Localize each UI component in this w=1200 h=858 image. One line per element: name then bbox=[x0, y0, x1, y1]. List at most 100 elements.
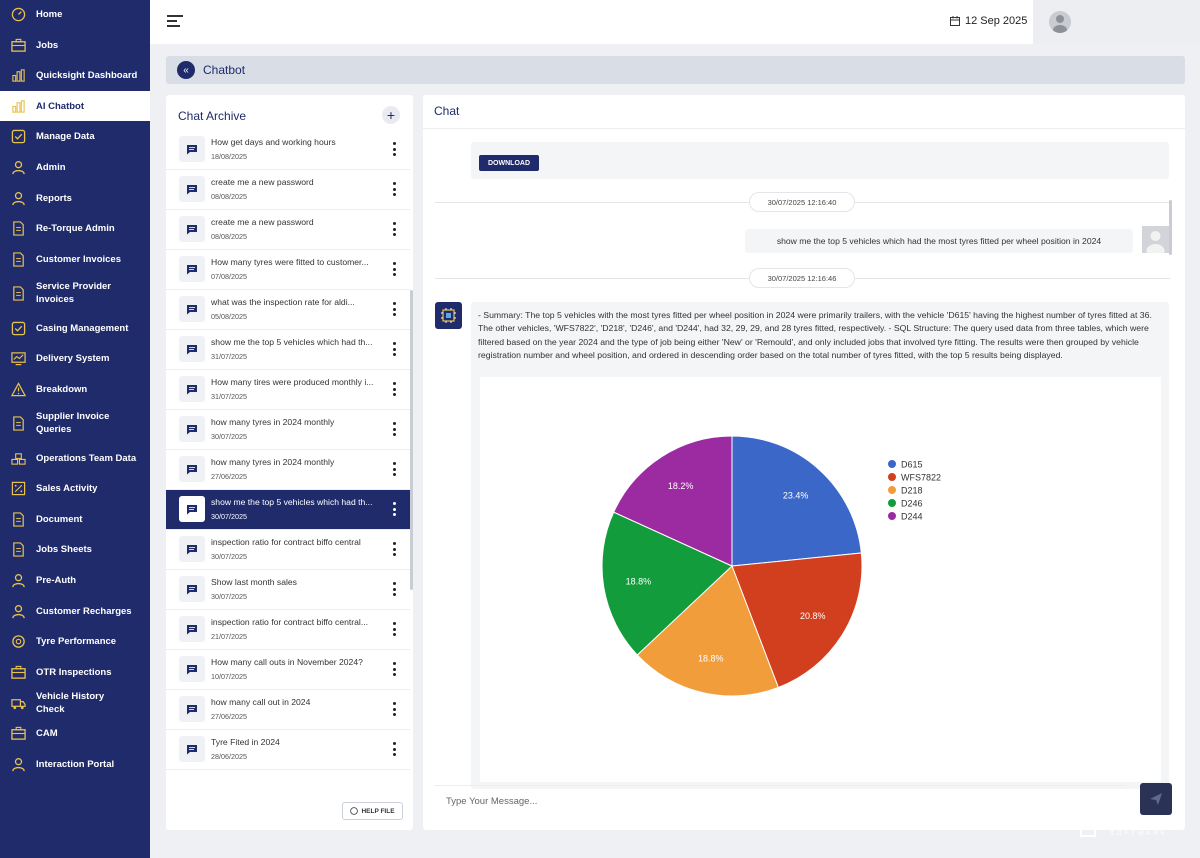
document-icon bbox=[10, 285, 26, 301]
chat-archive-item[interactable]: what was the inspection rate for aldi...… bbox=[166, 290, 410, 330]
download-button[interactable]: DOWNLOAD bbox=[479, 155, 539, 171]
chat-archive-item[interactable]: How many tyres were fitted to customer..… bbox=[166, 250, 410, 290]
user-menu[interactable] bbox=[1033, 0, 1200, 44]
chat-archive-item-date: 28/06/2025 bbox=[211, 752, 247, 761]
more-options-icon[interactable] bbox=[390, 622, 398, 636]
more-options-icon[interactable] bbox=[390, 502, 398, 516]
sidebar-item-casing-management[interactable]: Casing Management bbox=[0, 313, 150, 343]
legend-label[interactable]: D218 bbox=[901, 486, 923, 496]
sidebar-item-ai-chatbot[interactable]: AI Chatbot bbox=[0, 91, 150, 121]
more-options-icon[interactable] bbox=[390, 742, 398, 756]
chat-archive-item[interactable]: how many call out in 2024 27/06/2025 bbox=[166, 690, 410, 730]
sidebar-item-customer-recharges[interactable]: Customer Recharges bbox=[0, 596, 150, 626]
sidebar-item-jobs[interactable]: Jobs bbox=[0, 30, 150, 60]
more-options-icon[interactable] bbox=[390, 342, 398, 356]
sidebar-item-reports[interactable]: Reports bbox=[0, 183, 150, 213]
chat-archive-item-title: How many tyres were fitted to customer..… bbox=[211, 257, 369, 267]
message-input[interactable]: Type Your Message... bbox=[434, 785, 1126, 819]
chat-archive-item-title: How many tires were produced monthly i..… bbox=[211, 377, 374, 387]
user-avatar-icon[interactable] bbox=[1049, 11, 1071, 33]
chat-bubble-icon bbox=[179, 456, 205, 482]
chat-archive-item[interactable]: show me the top 5 vehicles which had th.… bbox=[166, 330, 410, 370]
sidebar-item-admin[interactable]: Admin bbox=[0, 152, 150, 182]
sidebar-item-label: Jobs Sheets bbox=[36, 544, 92, 555]
sidebar-item-supplier-invoice-queries[interactable]: Supplier Invoice Queries bbox=[0, 408, 150, 438]
chat-archive-item-title: How get days and working hours bbox=[211, 137, 336, 147]
monitor-chart-icon bbox=[10, 350, 26, 366]
chat-archive-item-title: How many call outs in November 2024? bbox=[211, 657, 363, 667]
legend-label[interactable]: D246 bbox=[901, 499, 923, 509]
sidebar-item-manage-data[interactable]: Manage Data bbox=[0, 121, 150, 151]
chat-archive-item[interactable]: How many tires were produced monthly i..… bbox=[166, 370, 410, 410]
sidebar-item-label: Pre-Auth bbox=[36, 575, 77, 586]
chat-archive-item[interactable]: inspection ratio for contract biffo cent… bbox=[166, 530, 410, 570]
more-options-icon[interactable] bbox=[390, 262, 398, 276]
chat-archive-item[interactable]: create me a new password 08/08/2025 bbox=[166, 170, 410, 210]
chat-archive-item[interactable]: how many tyres in 2024 monthly 30/07/2025 bbox=[166, 410, 410, 450]
sidebar-item-quicksight-dashboard[interactable]: Quicksight Dashboard bbox=[0, 60, 150, 90]
help-file-button[interactable]: HELP FILE bbox=[342, 802, 403, 820]
chat-archive-item[interactable]: create me a new password 08/08/2025 bbox=[166, 210, 410, 250]
chat-archive-item[interactable]: Tyre Fited in 2024 28/06/2025 bbox=[166, 730, 410, 770]
sidebar-item-jobs-sheets[interactable]: Jobs Sheets bbox=[0, 534, 150, 564]
sidebar-item-label: Customer Recharges bbox=[36, 606, 132, 617]
sidebar-item-service-provider-invoices[interactable]: Service Provider Invoices bbox=[0, 278, 150, 308]
timestamp: 30/07/2025 12:16:46 bbox=[749, 268, 855, 288]
logo-name: spaculus bbox=[1100, 813, 1178, 832]
chat-archive-item[interactable]: Show last month sales 30/07/2025 bbox=[166, 570, 410, 610]
more-options-icon[interactable] bbox=[390, 302, 398, 316]
legend-label[interactable]: D244 bbox=[901, 512, 923, 522]
more-options-icon[interactable] bbox=[390, 542, 398, 556]
sidebar-item-re-torque-admin[interactable]: Re-Torque Admin bbox=[0, 213, 150, 243]
more-options-icon[interactable] bbox=[390, 142, 398, 156]
chat-archive-item[interactable]: inspection ratio for contract biffo cent… bbox=[166, 610, 410, 650]
more-options-icon[interactable] bbox=[390, 462, 398, 476]
chat-archive-item-date: 07/08/2025 bbox=[211, 272, 247, 281]
chat-bubble-icon bbox=[179, 496, 205, 522]
sidebar-item-document[interactable]: Document bbox=[0, 504, 150, 534]
chat-archive-item[interactable]: how many tyres in 2024 monthly 27/06/2025 bbox=[166, 450, 410, 490]
briefcase-icon bbox=[10, 725, 26, 741]
chat-archive-item[interactable]: How many call outs in November 2024? 10/0… bbox=[166, 650, 410, 690]
more-options-icon[interactable] bbox=[390, 182, 398, 196]
more-options-icon[interactable] bbox=[390, 382, 398, 396]
sidebar-item-otr-inspections[interactable]: OTR Inspections bbox=[0, 657, 150, 687]
sidebar-item-label: CAM bbox=[36, 728, 58, 739]
more-options-icon[interactable] bbox=[390, 222, 398, 236]
sidebar-item-label: Customer Invoices bbox=[36, 254, 121, 265]
sidebar-item-customer-invoices[interactable]: Customer Invoices bbox=[0, 244, 150, 274]
sidebar-item-breakdown[interactable]: Breakdown bbox=[0, 374, 150, 404]
more-options-icon[interactable] bbox=[390, 422, 398, 436]
chat-archive-item[interactable]: show me the top 5 vehicles which had th.… bbox=[166, 490, 410, 530]
sidebar-item-delivery-system[interactable]: Delivery System bbox=[0, 343, 150, 373]
more-options-icon[interactable] bbox=[390, 662, 398, 676]
more-options-icon[interactable] bbox=[390, 582, 398, 596]
sidebar-item-sales-activity[interactable]: Sales Activity bbox=[0, 473, 150, 503]
sidebar-item-label: Delivery System bbox=[36, 353, 110, 364]
user-icon bbox=[10, 159, 26, 175]
new-chat-button[interactable]: + bbox=[382, 106, 400, 124]
sidebar-item-label: Service Provider Invoices bbox=[36, 281, 111, 305]
chat-archive-item-date: 08/08/2025 bbox=[211, 232, 247, 241]
sidebar-item-pre-auth[interactable]: Pre-Auth bbox=[0, 565, 150, 595]
chat-archive-item[interactable]: How get days and working hours 18/08/2025 bbox=[166, 130, 410, 170]
send-button[interactable] bbox=[1140, 783, 1172, 815]
legend-label[interactable]: D615 bbox=[901, 460, 923, 470]
pie-slice-label: 18.8% bbox=[698, 653, 724, 663]
legend-label[interactable]: WFS7822 bbox=[901, 473, 941, 483]
sidebar-item-cam[interactable]: CAM bbox=[0, 718, 150, 748]
back-icon[interactable]: « bbox=[177, 61, 195, 79]
chat-archive-item-date: 31/07/2025 bbox=[211, 392, 247, 401]
chat-archive-item-title: show me the top 5 vehicles which had th.… bbox=[211, 337, 373, 347]
sidebar-item-home[interactable]: Home bbox=[0, 0, 150, 29]
chat-archive-item-date: 27/06/2025 bbox=[211, 472, 247, 481]
sidebar-item-tyre-performance[interactable]: Tyre Performance bbox=[0, 626, 150, 656]
sidebar-item-vehicle-history-check[interactable]: Vehicle History Check bbox=[0, 688, 150, 718]
menu-toggle-icon[interactable] bbox=[167, 15, 183, 29]
chat-scrollbar[interactable] bbox=[1169, 200, 1172, 255]
sidebar-item-interaction-portal[interactable]: Interaction Portal bbox=[0, 749, 150, 779]
more-options-icon[interactable] bbox=[390, 702, 398, 716]
sidebar-item-operations-team-data[interactable]: Operations Team Data bbox=[0, 443, 150, 473]
chat-bubble-icon bbox=[179, 656, 205, 682]
archive-scrollbar[interactable] bbox=[410, 290, 413, 590]
